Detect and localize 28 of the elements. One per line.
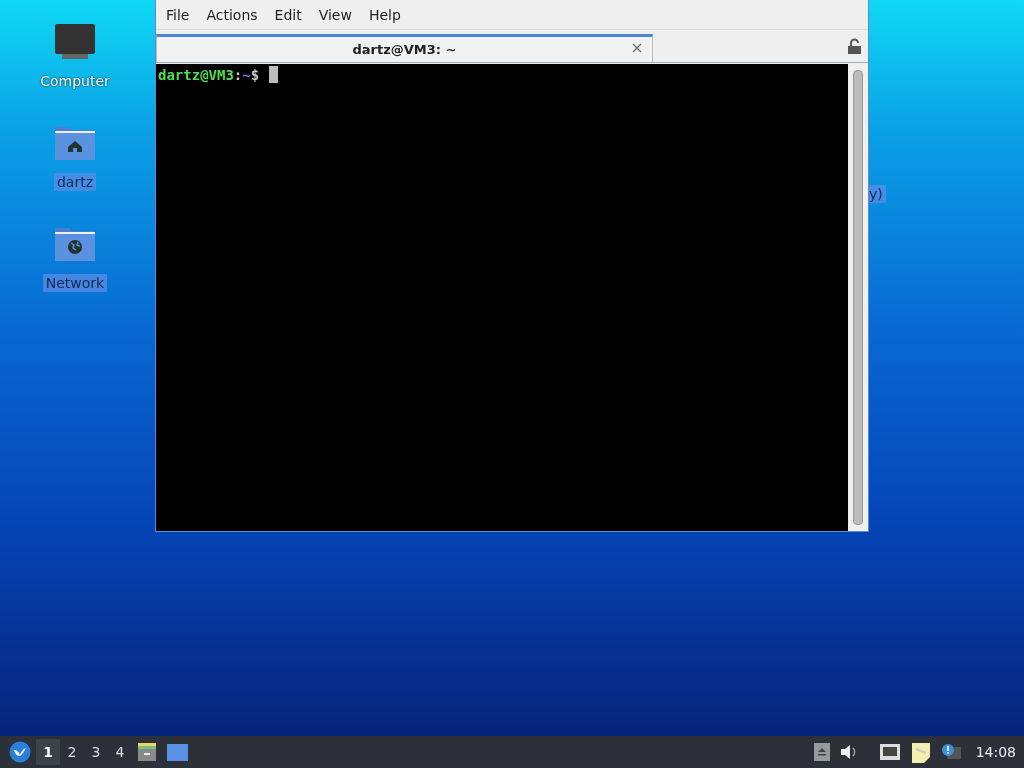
prompt-text: dartz@VM3:~$	[158, 67, 260, 83]
clock[interactable]: 14:08	[975, 744, 1016, 760]
workspace-button[interactable]: 4	[108, 739, 132, 765]
monitor-icon	[54, 24, 96, 60]
workspace-button[interactable]: 1	[36, 739, 60, 765]
scrollbar-thumb[interactable]	[853, 70, 863, 525]
network-port-icon[interactable]	[878, 743, 901, 761]
start-menu-icon[interactable]	[9, 741, 31, 763]
speaker-icon[interactable]	[839, 744, 858, 760]
desktop-icon-label[interactable]: Network	[42, 274, 108, 292]
close-icon[interactable]	[632, 43, 642, 53]
menu-item[interactable]: File	[158, 6, 198, 23]
menu-item[interactable]: Help	[360, 6, 409, 23]
window-icon[interactable]	[167, 743, 188, 761]
eject-icon[interactable]	[813, 743, 830, 761]
notification-icon[interactable]	[940, 743, 961, 761]
desktop-icon-label[interactable]: dartz	[53, 173, 97, 191]
workspace-button[interactable]: 2	[60, 739, 84, 765]
menu-item[interactable]: Actions	[198, 6, 266, 23]
menu-item[interactable]: Edit	[266, 6, 310, 23]
file-cabinet-icon[interactable]	[137, 742, 157, 762]
workspace-button[interactable]: 3	[84, 739, 108, 765]
note-icon[interactable]	[910, 741, 931, 763]
lock-icon[interactable]	[848, 38, 861, 54]
text-cursor	[269, 66, 279, 83]
tab[interactable]: dartz@VM3: ~	[156, 34, 653, 62]
scrollbar[interactable]	[848, 64, 868, 531]
menu-item[interactable]: View	[310, 6, 360, 23]
